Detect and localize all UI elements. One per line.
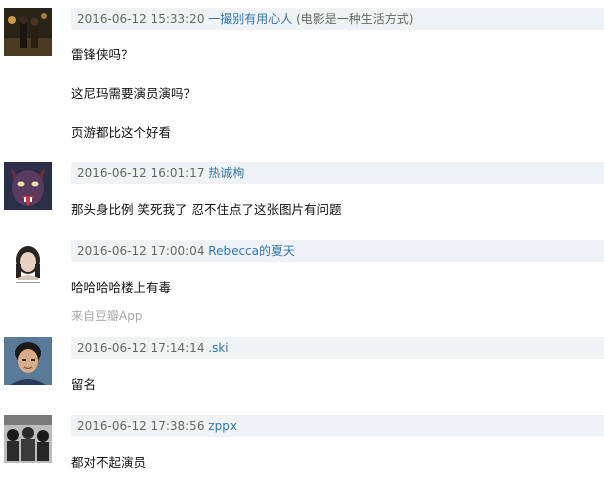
avatar-night-street-image xyxy=(4,8,52,56)
comment-meta: 2016-06-12 16:01:17 热诚栒 xyxy=(71,162,604,184)
comment-time: 2016-06-12 16:01:17 xyxy=(77,166,205,180)
comment-username[interactable]: .ski xyxy=(208,341,228,355)
comment-item: 2016-06-12 17:38:56 zppx 都对不起演员 xyxy=(0,415,604,475)
avatar-girl-photo[interactable] xyxy=(4,240,52,288)
comment-text-line: 留名 xyxy=(71,377,97,392)
comment-text-line: 哈哈哈哈楼上有毒 xyxy=(71,280,172,295)
comment-text-line: 这尼玛需要演员演吗？ xyxy=(71,86,197,101)
avatar-girl-image xyxy=(4,240,52,288)
comment-username[interactable]: zppx xyxy=(208,419,237,433)
avatar-wolf-image xyxy=(4,162,52,210)
comment-meta: 2016-06-12 17:14:14 .ski xyxy=(71,337,604,359)
comment-meta: 2016-06-12 15:33:20 一撮别有用心人 (电影是一种生活方式) xyxy=(71,8,604,30)
comment-text-line: 雷锋侠吗？ xyxy=(71,47,134,62)
avatar-man-portrait-image xyxy=(4,337,52,385)
avatar-night-street-photo[interactable] xyxy=(4,8,52,56)
comment-username[interactable]: 热诚栒 xyxy=(208,166,244,180)
avatar-bw-group-photo[interactable] xyxy=(4,415,52,463)
comment-username[interactable]: 一撮别有用心人 xyxy=(208,12,292,26)
comment-item: 2016-06-12 17:00:04 Rebecca的夏天 哈哈哈哈楼上有毒 … xyxy=(0,240,604,330)
comment-text-line: 页游都比这个好看 xyxy=(71,125,172,140)
comment-user-note: (电影是一种生活方式) xyxy=(292,12,414,26)
comment-meta: 2016-06-12 17:38:56 zppx xyxy=(71,415,604,437)
avatar-wolf-photo[interactable] xyxy=(4,162,52,210)
avatar-man-portrait-photo[interactable] xyxy=(4,337,52,385)
comment-item: 2016-06-12 17:14:14 .ski 留名 xyxy=(0,337,604,397)
comment-meta: 2016-06-12 17:00:04 Rebecca的夏天 xyxy=(71,240,604,262)
comment-time: 2016-06-12 17:14:14 xyxy=(77,341,205,355)
comment-time: 2016-06-12 17:00:04 xyxy=(77,244,205,258)
comment-text-line: 都对不起演员 xyxy=(71,455,147,470)
comment-time: 2016-06-12 15:33:20 xyxy=(77,12,205,26)
comment-text-line: 那头身比例 笑死我了 忍不住点了这张图片有问题 xyxy=(71,202,342,217)
comment-item: 2016-06-12 15:33:20 一撮别有用心人 (电影是一种生活方式) … xyxy=(0,8,604,148)
comment-time: 2016-06-12 17:38:56 xyxy=(77,419,205,433)
avatar-bw-group-image xyxy=(4,415,52,463)
comment-source: 来自豆瓣App xyxy=(71,309,143,323)
comment-username[interactable]: Rebecca的夏天 xyxy=(208,244,295,258)
comment-item: 2016-06-12 16:01:17 热诚栒 那头身比例 笑死我了 忍不住点了… xyxy=(0,162,604,222)
